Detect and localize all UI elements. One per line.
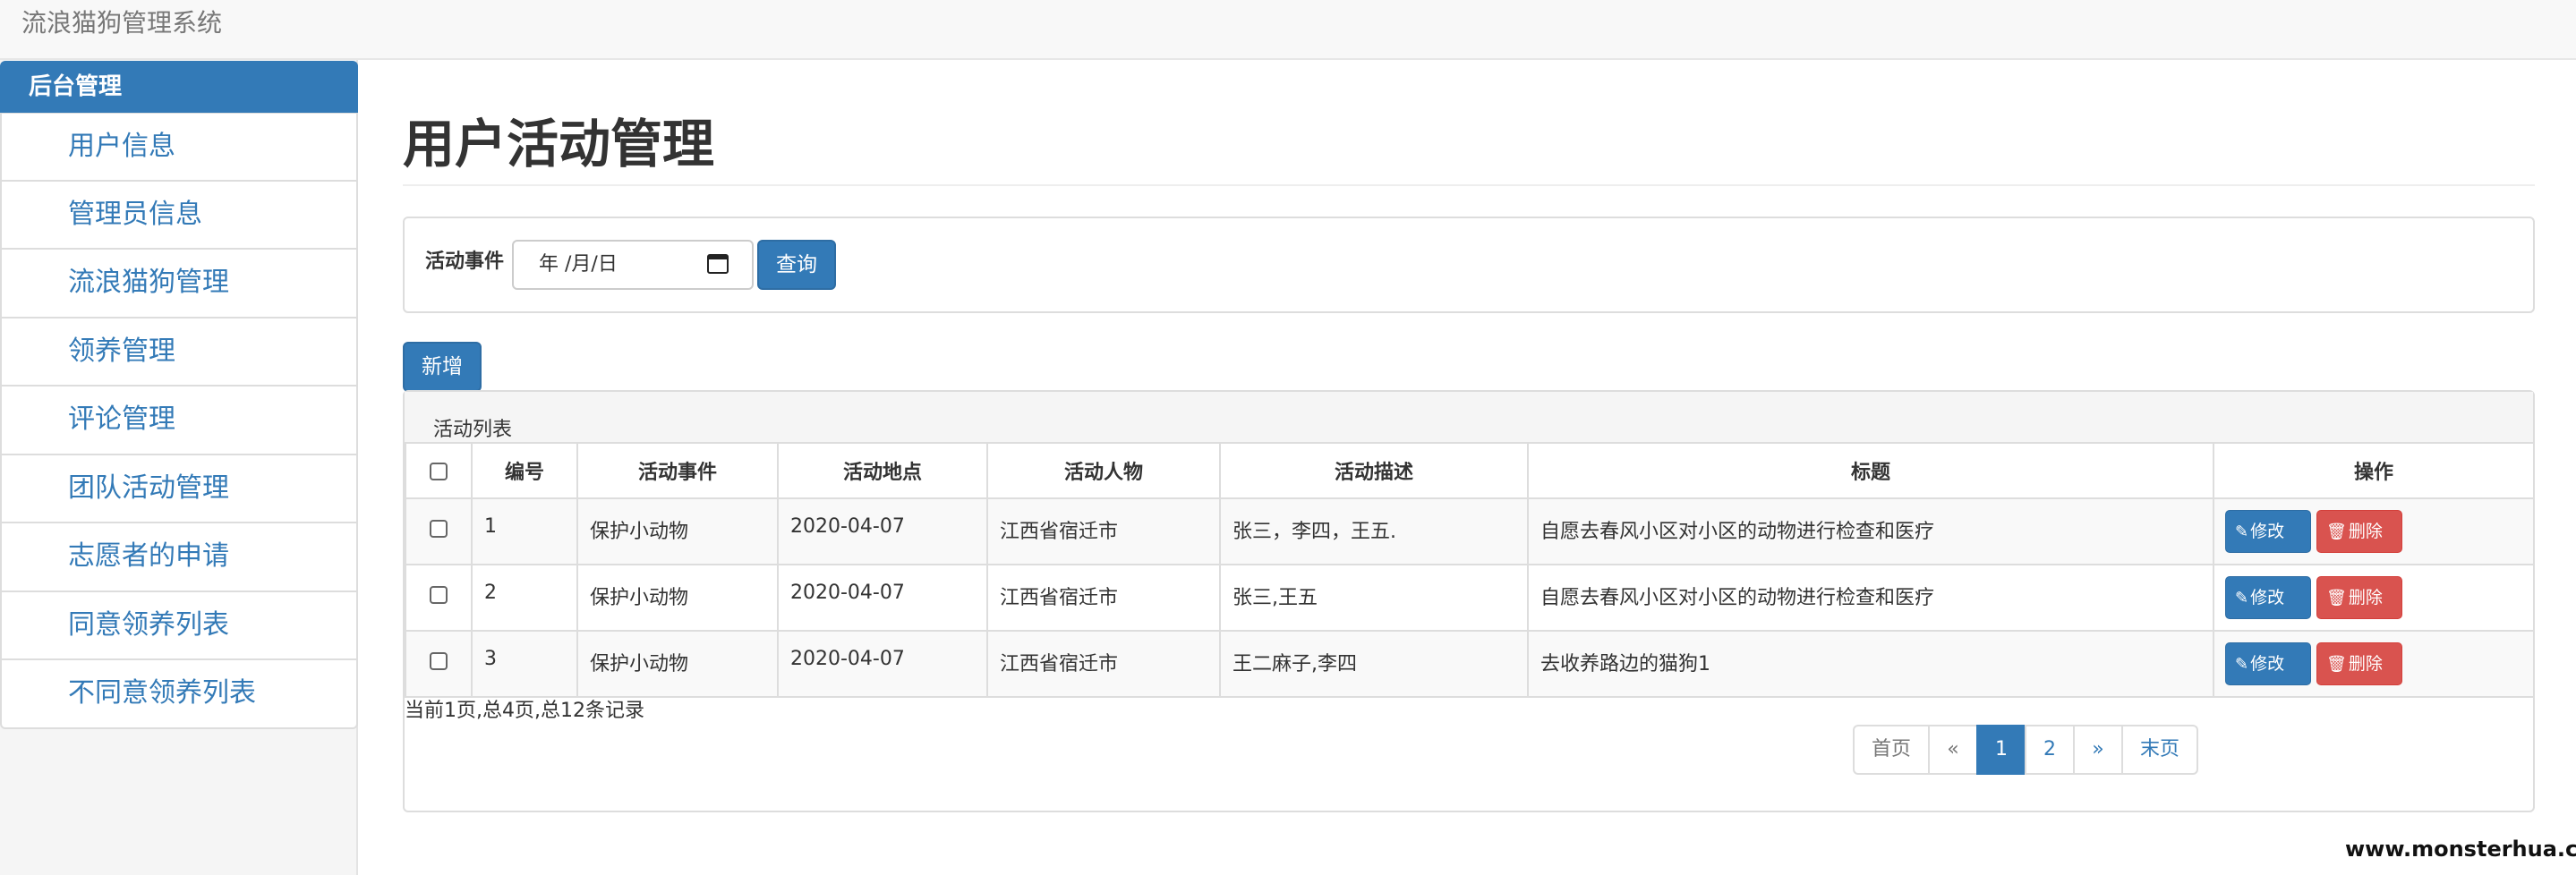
table-panel-heading <box>405 392 2533 442</box>
pencil-icon: ✎ <box>2235 522 2249 541</box>
sidebar-item-comments[interactable]: 评论管理 <box>0 387 358 455</box>
col-event: 活动事件 <box>576 442 779 499</box>
table-caption: 活动列表 <box>433 419 513 441</box>
pager-last[interactable]: 末页 <box>2121 725 2198 775</box>
cell-place: 2020-04-07 <box>777 564 988 632</box>
sidebar-item-admin-info[interactable]: 管理员信息 <box>0 181 358 250</box>
cell-place: 2020-04-07 <box>777 630 988 698</box>
edit-button[interactable]: ✎ 修改 <box>2225 642 2311 685</box>
cell-title: 自愿去春风小区对小区的动物进行检查和医疗 <box>1527 497 2214 565</box>
table-header-row: 编号 活动事件 活动地点 活动人物 活动描述 标题 操作 <box>405 442 2535 499</box>
edit-label: 修改 <box>2250 588 2285 607</box>
edit-label: 修改 <box>2250 522 2285 541</box>
cell-place: 2020-04-07 <box>777 497 988 565</box>
delete-label: 删除 <box>2348 654 2383 674</box>
col-actions: 操作 <box>2213 442 2535 499</box>
col-description: 活动描述 <box>1219 442 1529 499</box>
table-row: 2 保护小动物 2020-04-07 江西省宿迁市 张三,王五 自愿去春风小区对… <box>405 564 2535 632</box>
pager-page-1[interactable]: 1 <box>1976 725 2026 775</box>
cell-title: 去收养路边的猫狗1 <box>1527 630 2214 698</box>
cell-id: 2 <box>471 564 578 632</box>
row-checkbox[interactable] <box>405 630 473 698</box>
pager-first[interactable]: 首页 <box>1853 725 1930 775</box>
sidebar-item-adoption[interactable]: 领养管理 <box>0 318 358 387</box>
trash-icon: 🗑 <box>2326 522 2347 541</box>
edit-button[interactable]: ✎ 修改 <box>2225 510 2311 553</box>
trash-icon: 🗑 <box>2326 655 2347 674</box>
cell-title: 自愿去春风小区对小区的动物进行检查和医疗 <box>1527 564 2214 632</box>
sidebar-item-stray-animals[interactable]: 流浪猫狗管理 <box>0 250 358 319</box>
sidebar-item-approved-adoptions[interactable]: 同意领养列表 <box>0 591 358 660</box>
row-checkbox[interactable] <box>405 564 473 632</box>
title-divider <box>403 184 2535 186</box>
cell-people: 江西省宿迁市 <box>986 564 1221 632</box>
cell-id: 3 <box>471 630 578 698</box>
add-button[interactable]: 新增 <box>403 342 482 392</box>
cell-event: 保护小动物 <box>576 564 779 632</box>
edit-label: 修改 <box>2250 654 2285 674</box>
cell-event: 保护小动物 <box>576 497 779 565</box>
table-row: 3 保护小动物 2020-04-07 江西省宿迁市 王二麻子,李四 去收养路边的… <box>405 630 2535 698</box>
delete-label: 删除 <box>2348 522 2383 541</box>
col-people: 活动人物 <box>986 442 1221 499</box>
cell-actions: ✎ 修改 🗑 删除 <box>2213 564 2535 632</box>
col-id: 编号 <box>471 442 578 499</box>
cell-actions: ✎ 修改 🗑 删除 <box>2213 497 2535 565</box>
checkbox-box[interactable] <box>430 586 448 604</box>
sidebar-item-team-activities[interactable]: 团队活动管理 <box>0 454 358 523</box>
cell-description: 张三，李四，王五. <box>1219 497 1529 565</box>
delete-button[interactable]: 🗑 删除 <box>2316 510 2402 553</box>
sidebar-menu: 用户信息 管理员信息 流浪猫狗管理 领养管理 评论管理 团队活动管理 志愿者的申… <box>0 113 358 729</box>
cell-event: 保护小动物 <box>576 630 779 698</box>
watermark: www.monsterhua.com <box>2345 837 2576 862</box>
sidebar-header: 后台管理 <box>0 61 358 113</box>
sidebar-item-rejected-adoptions[interactable]: 不同意领养列表 <box>0 660 358 729</box>
cell-people: 江西省宿迁市 <box>986 497 1221 565</box>
checkbox-box[interactable] <box>430 652 448 670</box>
checkbox-box[interactable] <box>430 520 448 538</box>
pencil-icon: ✎ <box>2235 655 2249 674</box>
pager-prev[interactable]: « <box>1928 725 1978 775</box>
cell-id: 1 <box>471 497 578 565</box>
cell-description: 张三,王五 <box>1219 564 1529 632</box>
pagination: 首页 « 1 2 » 末页 <box>1853 725 2198 775</box>
checkbox-box[interactable] <box>430 462 448 480</box>
pencil-icon: ✎ <box>2235 589 2249 607</box>
query-button[interactable]: 查询 <box>757 240 836 290</box>
record-summary: 当前1页,总4页,总12条记录 <box>405 700 644 722</box>
cell-people: 江西省宿迁市 <box>986 630 1221 698</box>
delete-label: 删除 <box>2348 588 2383 607</box>
table-row: 1 保护小动物 2020-04-07 江西省宿迁市 张三，李四，王五. 自愿去春… <box>405 497 2535 565</box>
select-all-checkbox[interactable] <box>405 442 473 499</box>
pager-next[interactable]: » <box>2073 725 2123 775</box>
calendar-icon[interactable] <box>707 254 729 274</box>
cell-description: 王二麻子,李四 <box>1219 630 1529 698</box>
search-label: 活动事件 <box>425 251 505 273</box>
top-navbar: 流浪猫狗管理系统 <box>0 0 2576 60</box>
sidebar-item-user-info[interactable]: 用户信息 <box>0 113 358 182</box>
activity-table: 编号 活动事件 活动地点 活动人物 活动描述 标题 操作 1 保护小动物 202… <box>405 442 2535 698</box>
delete-button[interactable]: 🗑 删除 <box>2316 576 2402 619</box>
edit-button[interactable]: ✎ 修改 <box>2225 576 2311 619</box>
col-title: 标题 <box>1527 442 2214 499</box>
pager-page-2[interactable]: 2 <box>2025 725 2075 775</box>
delete-button[interactable]: 🗑 删除 <box>2316 642 2402 685</box>
row-checkbox[interactable] <box>405 497 473 565</box>
trash-icon: 🗑 <box>2326 589 2347 607</box>
app-title[interactable]: 流浪猫狗管理系统 <box>21 7 222 39</box>
cell-actions: ✎ 修改 🗑 删除 <box>2213 630 2535 698</box>
col-place: 活动地点 <box>777 442 988 499</box>
sidebar-item-volunteer-applications[interactable]: 志愿者的申请 <box>0 523 358 592</box>
page-title: 用户活动管理 <box>403 114 715 174</box>
